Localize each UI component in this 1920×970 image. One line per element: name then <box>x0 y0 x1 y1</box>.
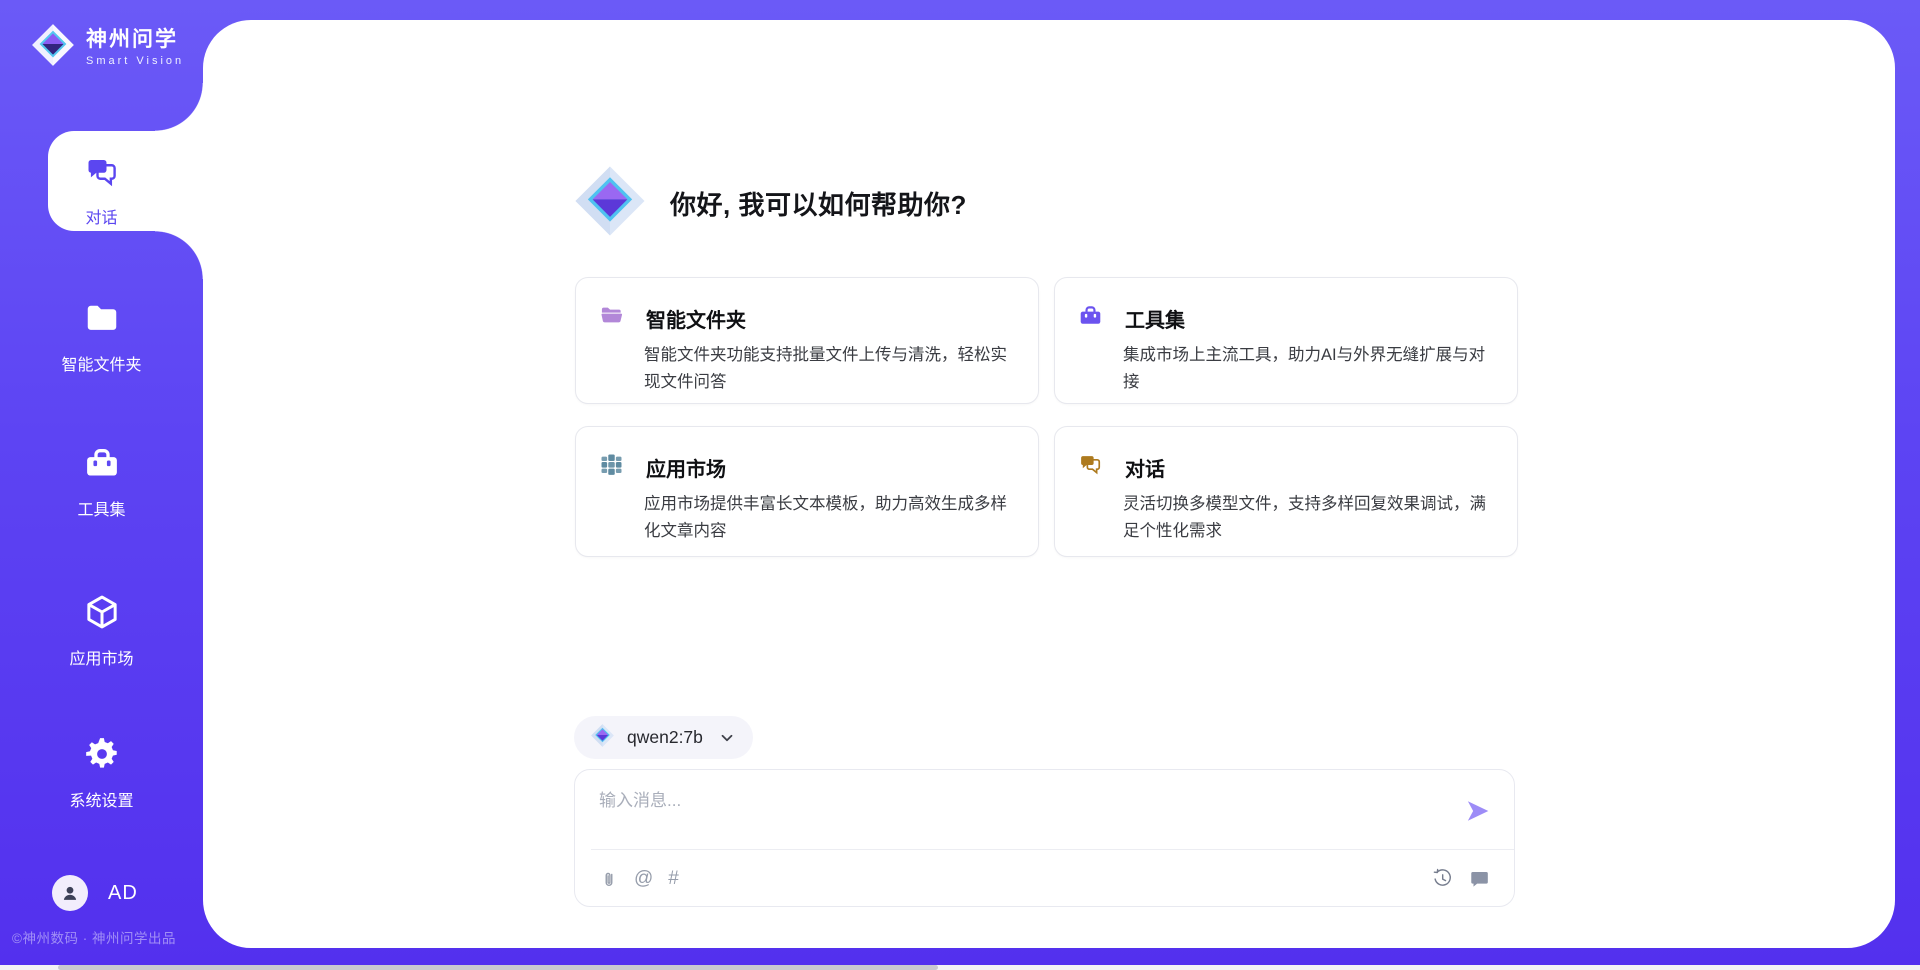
send-icon[interactable] <box>1462 796 1494 826</box>
sidebar-item-label: 智能文件夹 <box>61 351 141 375</box>
chat-bubble-icon[interactable] <box>1469 868 1490 889</box>
chevron-down-icon <box>719 730 735 746</box>
card-description: 灵活切换多模型文件，支持多样回复效果调试，满足个性化需求 <box>1123 491 1501 545</box>
toolbox-icon <box>83 444 121 487</box>
horizontal-scrollbar[interactable] <box>0 965 1920 970</box>
user-account[interactable]: AD <box>52 875 138 911</box>
card-description: 应用市场提供丰富长文本模板，助力高效生成多样化文章内容 <box>644 491 1022 545</box>
user-initials: AD <box>108 882 138 905</box>
model-logo-icon <box>590 723 615 753</box>
sidebar-item-label: 应用市场 <box>69 645 133 669</box>
folder-icon <box>83 299 121 342</box>
sidebar-item-label: 对话 <box>85 204 117 228</box>
chat-icon <box>84 154 120 195</box>
card-toolset[interactable]: 工具集 集成市场上主流工具，助力AI与外界无缝扩展与对接 <box>1054 277 1518 404</box>
card-title: 智能文件夹 <box>646 304 746 333</box>
gear-icon <box>83 735 121 778</box>
card-title: 工具集 <box>1125 304 1185 333</box>
toolbox-icon <box>1078 303 1103 333</box>
brand-logo-icon <box>30 22 76 73</box>
app-subtitle: Smart Vision <box>86 55 184 67</box>
cube-icon <box>83 593 121 636</box>
attachment-icon[interactable] <box>599 868 619 890</box>
sidebar: 神州问学 Smart Vision 对话 智能文件夹 <box>0 0 203 970</box>
model-selector[interactable]: qwen2:7b <box>574 716 753 759</box>
card-title: 应用市场 <box>646 453 726 482</box>
tab-curve-top <box>155 83 203 131</box>
sidebar-item-settings[interactable]: 系统设置 <box>0 735 203 811</box>
card-smart-folder[interactable]: 智能文件夹 智能文件夹功能支持批量文件上传与清洗，轻松实现文件问答 <box>575 277 1039 404</box>
message-composer: @ # <box>574 769 1515 907</box>
message-input[interactable] <box>599 786 1419 838</box>
mention-icon[interactable]: @ <box>634 868 653 890</box>
copyright-text: ©神州数码 · 神州问学出品 <box>12 927 176 947</box>
composer-divider <box>591 849 1514 850</box>
tab-curve-bottom <box>155 231 203 279</box>
chat-icon <box>1078 452 1103 482</box>
sidebar-item-label: 工具集 <box>77 496 125 520</box>
app-brand: 神州问学 Smart Vision <box>30 22 184 73</box>
greeting-header: 你好, 我可以如何帮助你? <box>572 163 967 244</box>
card-title: 对话 <box>1125 453 1165 482</box>
card-app-market[interactable]: 应用市场 应用市场提供丰富长文本模板，助力高效生成多样化文章内容 <box>575 426 1039 557</box>
greeting-text: 你好, 我可以如何帮助你? <box>670 185 967 222</box>
sidebar-item-chat[interactable]: 对话 <box>0 154 203 228</box>
folder-open-icon <box>599 303 624 333</box>
hashtag-icon[interactable]: # <box>668 868 679 890</box>
model-name: qwen2:7b <box>627 727 703 748</box>
sidebar-item-app-market[interactable]: 应用市场 <box>0 593 203 669</box>
card-description: 智能文件夹功能支持批量文件上传与清洗，轻松实现文件问答 <box>644 342 1022 396</box>
sidebar-item-smart-folder[interactable]: 智能文件夹 <box>0 299 203 375</box>
card-chat[interactable]: 对话 灵活切换多模型文件，支持多样回复效果调试，满足个性化需求 <box>1054 426 1518 557</box>
card-description: 集成市场上主流工具，助力AI与外界无缝扩展与对接 <box>1123 342 1501 396</box>
grid-globe-icon <box>599 452 624 482</box>
history-icon[interactable] <box>1432 868 1453 889</box>
sidebar-item-label: 系统设置 <box>69 787 133 811</box>
app-title: 神州问学 <box>86 28 184 51</box>
avatar <box>52 875 88 911</box>
scrollbar-thumb[interactable] <box>58 965 938 970</box>
assistant-logo-icon <box>572 163 648 244</box>
sidebar-item-toolset[interactable]: 工具集 <box>0 444 203 520</box>
